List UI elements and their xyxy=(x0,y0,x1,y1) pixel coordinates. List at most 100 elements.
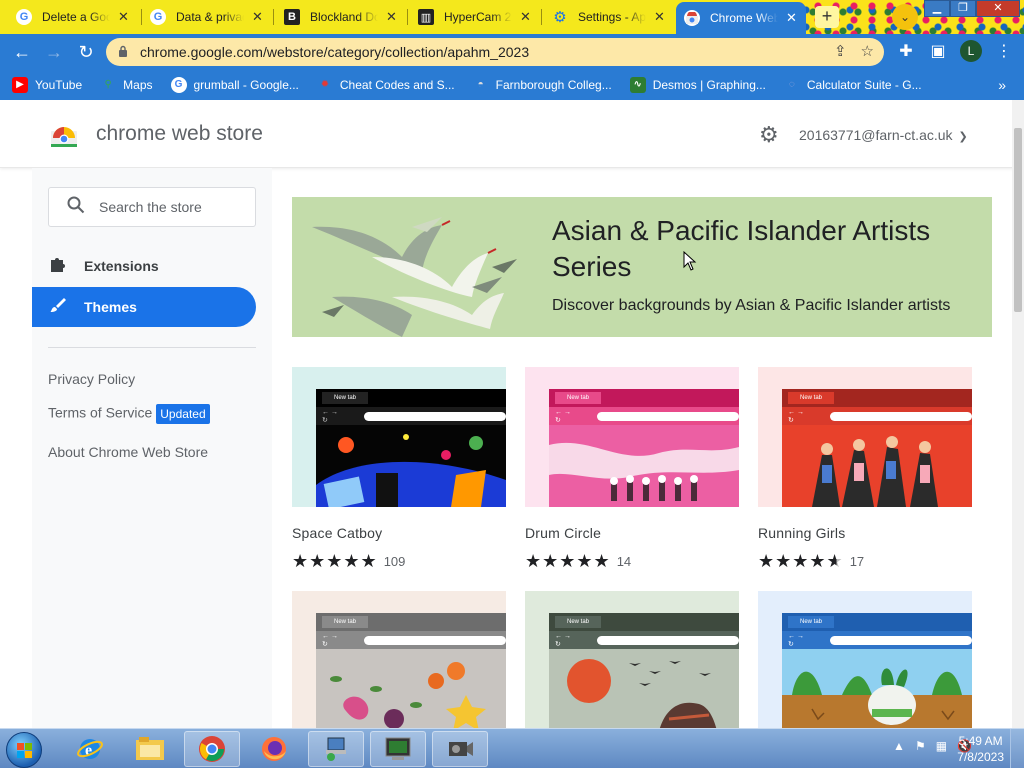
sidebar-item-themes[interactable]: Themes xyxy=(32,287,256,327)
bookmarks-overflow-icon[interactable]: » xyxy=(998,77,1006,93)
theme-thumbnail[interactable]: New tab ← → ↻ xyxy=(758,367,972,507)
bookmark-star-icon[interactable]: ☆ xyxy=(861,42,874,60)
theme-card[interactable]: New tab ← → ↻ xyxy=(758,591,972,728)
close-tab-icon[interactable]: ✕ xyxy=(118,9,129,25)
tab-blockland[interactable]: B Blockland Downloads ✕ xyxy=(276,2,408,32)
profile-avatar[interactable]: L xyxy=(960,40,982,62)
forward-arrow-icon[interactable]: → xyxy=(38,42,70,63)
rating-count: 14 xyxy=(616,554,632,569)
theme-name[interactable]: Running Girls xyxy=(758,525,972,541)
chrome-web-store-icon xyxy=(684,10,700,26)
firefox-icon[interactable] xyxy=(246,731,302,767)
close-tab-icon[interactable]: ✕ xyxy=(654,9,665,25)
camera-app-icon[interactable] xyxy=(432,731,488,767)
terms-of-service-link[interactable]: Terms of Service Updated xyxy=(48,404,210,424)
bookmark-youtube[interactable]: ▶ YouTube xyxy=(12,77,82,93)
bookmark-grumball[interactable]: G grumball - Google... xyxy=(170,77,299,93)
desmos-icon: ∿ xyxy=(629,77,646,93)
chrome-icon[interactable] xyxy=(184,731,240,767)
tab-delete-google[interactable]: G Delete a Google ✕ xyxy=(8,2,142,32)
action-center-flag-icon[interactable]: ⚑ xyxy=(915,739,926,753)
google-icon: G xyxy=(150,9,166,25)
close-tab-icon[interactable]: ✕ xyxy=(520,9,531,25)
close-tab-icon[interactable]: ✕ xyxy=(252,9,263,25)
theme-name[interactable]: Space Catboy xyxy=(292,525,506,541)
theme-thumbnail[interactable]: New tab ← → ↻ xyxy=(292,367,506,507)
show-hidden-icons-icon[interactable]: ▲ xyxy=(893,739,905,753)
sidebar-item-extensions[interactable]: Extensions xyxy=(32,246,256,286)
new-tab-button[interactable]: + xyxy=(815,6,839,28)
close-window-icon[interactable]: ✕ xyxy=(976,0,1020,17)
search-input[interactable]: Search the store xyxy=(48,187,256,227)
collection-banner: Asian & Pacific Islander Artists Series … xyxy=(292,197,992,337)
tab-data-privacy[interactable]: G Data & privacy ✕ xyxy=(142,2,274,32)
bookmark-calculator-suite[interactable]: ◌ Calculator Suite - G... xyxy=(784,77,922,93)
settings-gear-icon: ⚙ xyxy=(553,9,567,26)
account-menu[interactable]: 20163771@farn-ct.ac.uk ❯ xyxy=(799,127,968,143)
bookmark-cheat-codes[interactable]: ✹ Cheat Codes and S... xyxy=(317,77,455,93)
close-tab-icon[interactable]: ✕ xyxy=(786,10,797,26)
close-tab-icon[interactable]: ✕ xyxy=(386,9,397,25)
maps-icon: ⚲ xyxy=(104,79,112,90)
web-store-page: chrome web store ⚙ 20163771@farn-ct.ac.u… xyxy=(0,100,1024,728)
theme-thumbnail[interactable]: New tab ← → ↻ xyxy=(525,367,739,507)
network-app-icon[interactable] xyxy=(308,731,364,767)
rating-count: 109 xyxy=(383,554,406,569)
system-clock[interactable]: 5:49 AM 7/8/2023 xyxy=(957,733,1004,765)
theme-card[interactable]: New tab ← → ↻ Space Catboy ★★★★★ 109 xyxy=(292,367,506,572)
account-email: 20163771@farn-ct.ac.uk xyxy=(799,127,953,143)
search-placeholder: Search the store xyxy=(99,199,202,215)
share-icon[interactable]: ⇪ xyxy=(834,42,847,60)
bookmark-maps[interactable]: ⚲ Maps xyxy=(100,77,152,93)
theme-card[interactable]: New tab ← → ↻ Running Girls ★★★★★ 17 xyxy=(758,367,972,572)
blockland-icon: B xyxy=(284,9,300,25)
restore-icon[interactable]: ❐ xyxy=(950,0,976,17)
theme-card[interactable]: New tab ← → ↻ Drum Circle ★★★★★ 14 xyxy=(525,367,739,572)
theme-thumbnail[interactable]: New tab ← → ↻ xyxy=(525,591,739,728)
tab-search-chevron-icon[interactable]: ⌄ xyxy=(892,4,918,30)
theme-name[interactable]: Drum Circle xyxy=(525,525,739,541)
theme-card[interactable]: New tab ← → ↻ xyxy=(292,591,506,728)
store-brand-title[interactable]: chrome web store xyxy=(96,122,263,146)
puzzle-icon xyxy=(48,255,68,278)
internet-explorer-icon[interactable]: e xyxy=(62,731,118,767)
youtube-icon: ▶ xyxy=(12,77,28,93)
tab-hypercam[interactable]: ▥ HyperCam 2 ✕ xyxy=(410,2,542,32)
rating-count: 17 xyxy=(849,554,865,569)
theme-thumbnail[interactable]: New tab ← → ↻ xyxy=(758,591,972,728)
bookmark-desmos[interactable]: ∿ Desmos | Graphing... xyxy=(629,77,766,93)
cheat-codes-icon: ✹ xyxy=(320,79,330,90)
theme-card[interactable]: New tab ← → ↻ xyxy=(525,591,739,728)
menu-kebab-icon[interactable]: ⋮ xyxy=(994,41,1014,61)
windows-taskbar: e ▲ ⚑ ▦ 🔇 5:49 AM 7/8/2023 xyxy=(0,728,1024,768)
side-panel-icon[interactable]: ▣ xyxy=(928,41,948,61)
start-button-icon[interactable] xyxy=(6,732,42,768)
rating-stars-icon: ★★★★★ xyxy=(758,551,844,571)
page-scrollbar[interactable] xyxy=(1012,100,1024,728)
clock-time: 5:49 AM xyxy=(958,734,1003,748)
chrome-web-store-logo[interactable] xyxy=(50,122,78,148)
privacy-policy-link[interactable]: Privacy Policy xyxy=(48,371,135,387)
about-chrome-web-store-link[interactable]: About Chrome Web Store xyxy=(48,444,208,460)
brush-icon xyxy=(48,296,68,319)
reload-icon[interactable]: ↻ xyxy=(70,42,102,63)
show-desktop-button[interactable] xyxy=(1010,729,1024,768)
terminal-app-icon[interactable] xyxy=(370,731,426,767)
file-explorer-icon[interactable] xyxy=(122,731,178,767)
minimize-icon[interactable]: ▁ xyxy=(924,0,950,17)
birds-illustration xyxy=(312,217,517,337)
url-text: chrome.google.com/webstore/category/coll… xyxy=(140,44,530,60)
address-bar[interactable]: chrome.google.com/webstore/category/coll… xyxy=(106,38,884,66)
theme-thumbnail[interactable]: New tab ← → ↻ xyxy=(292,591,506,728)
tab-chrome-web-store[interactable]: Chrome Web Store ✕ xyxy=(676,2,806,34)
settings-gear-icon[interactable]: ⚙ xyxy=(759,122,779,148)
tab-settings[interactable]: ⚙ Settings - Appearance ✕ xyxy=(544,2,676,32)
back-arrow-icon[interactable]: ← xyxy=(6,42,38,63)
google-icon: G xyxy=(16,9,32,25)
network-icon[interactable]: ▦ xyxy=(936,739,947,753)
updated-badge: Updated xyxy=(156,404,210,424)
extensions-puzzle-icon[interactable]: ✚ xyxy=(896,41,916,61)
window-controls: ▁ ❐ ✕ xyxy=(924,0,1020,17)
geogebra-icon: ◌ xyxy=(788,79,795,90)
bookmark-farnborough[interactable]: ◓ Farnborough Colleg... xyxy=(473,77,612,93)
